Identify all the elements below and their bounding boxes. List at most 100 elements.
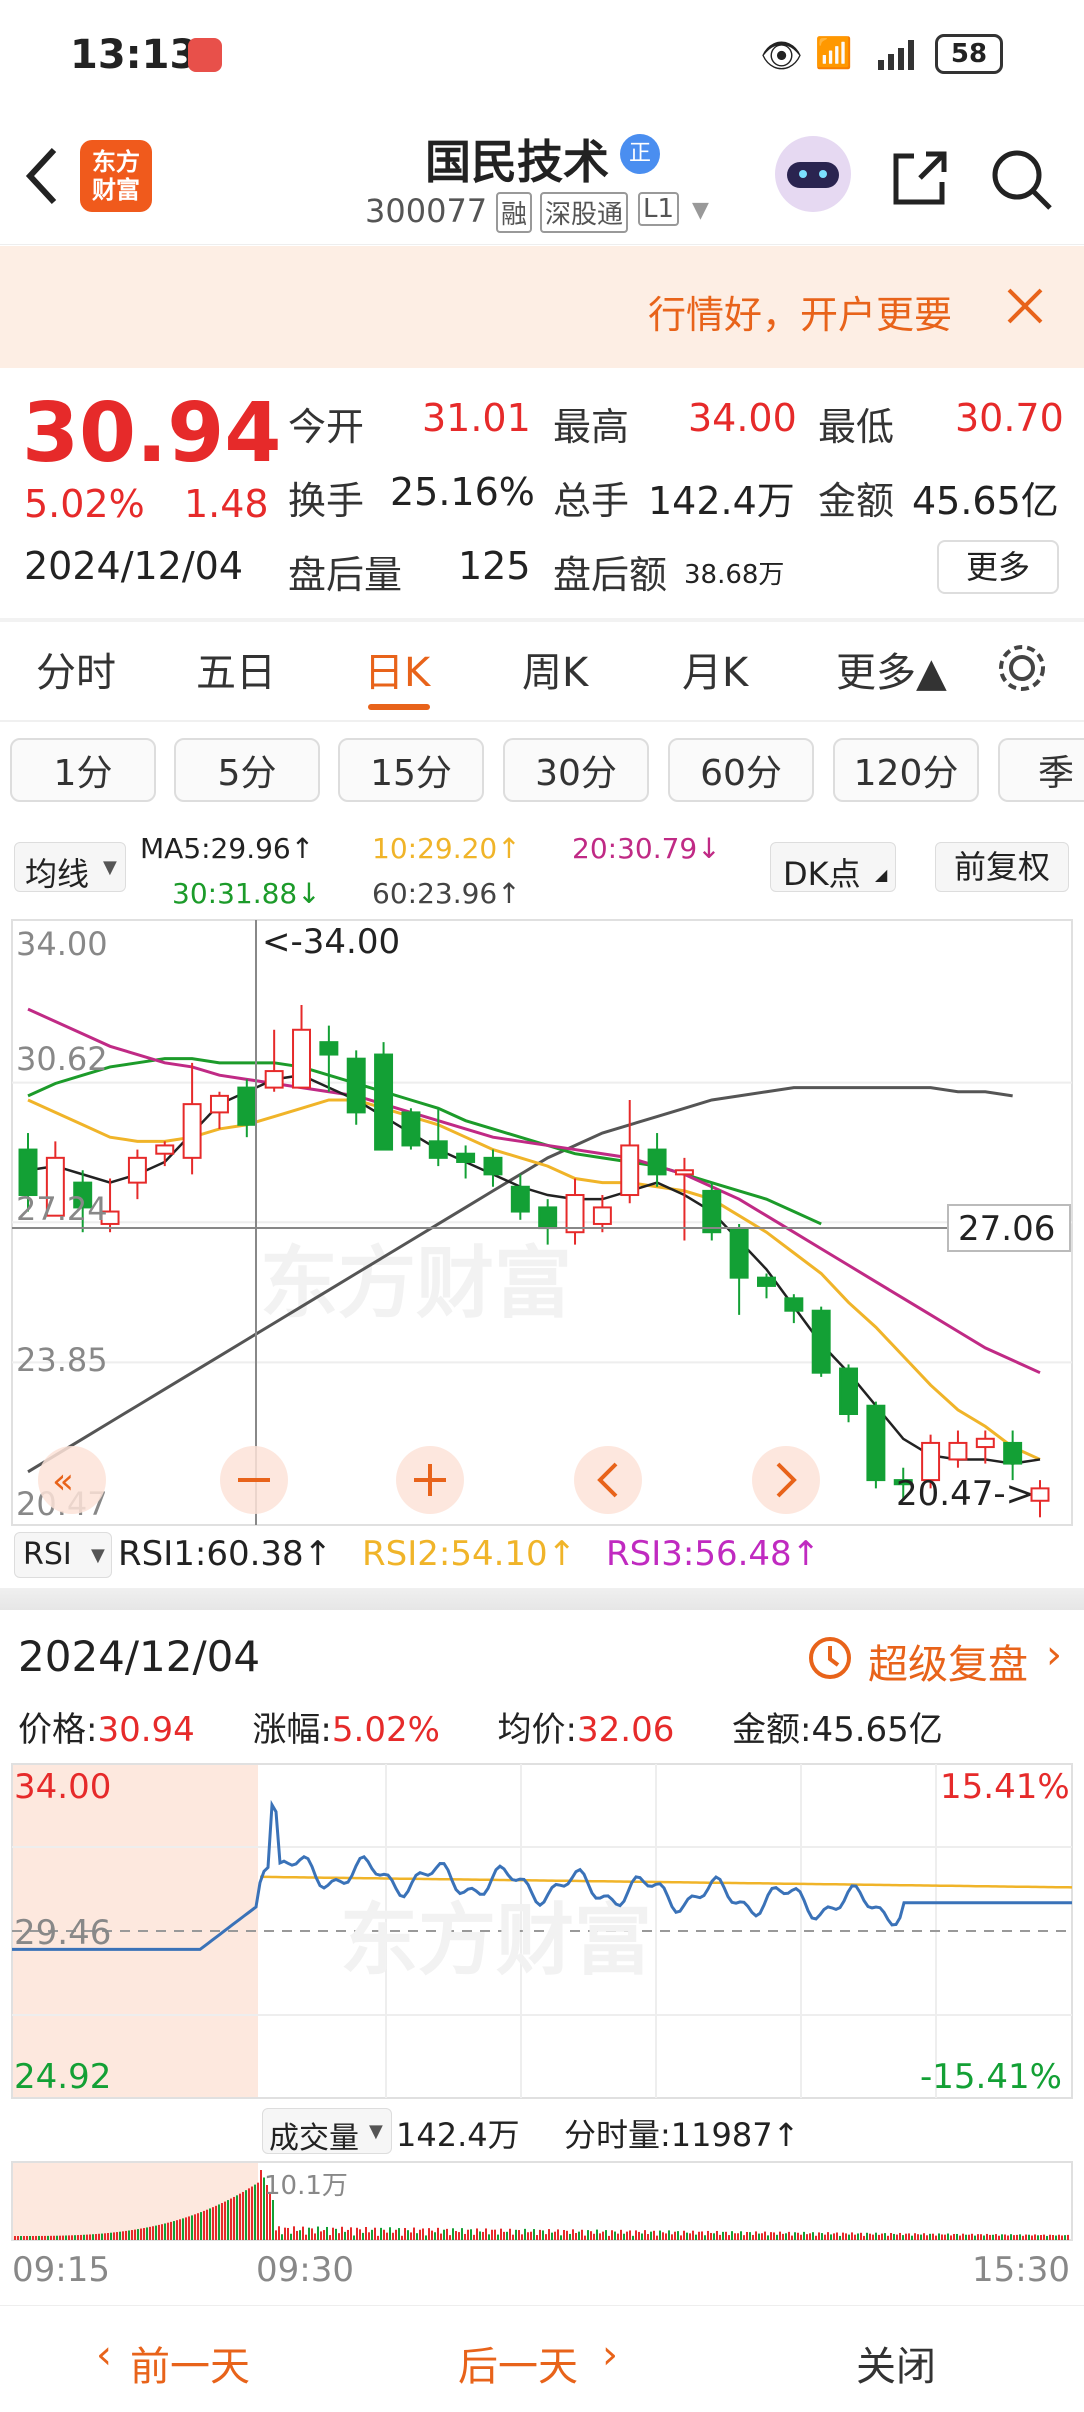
volume-bar [716, 2230, 718, 2240]
back-arrow-icon[interactable] [22, 146, 62, 210]
volume-bar [428, 2228, 430, 2240]
share-icon[interactable] [890, 148, 950, 212]
field-label: 最高 [553, 405, 630, 449]
volume-bar [1010, 2234, 1012, 2240]
scroll-left-button[interactable] [574, 1446, 642, 1514]
super-replay-button[interactable]: 超级复盘 [868, 1632, 1028, 1690]
intraday-chart[interactable]: 东方财富 34.00 29.46 24.92 15.41% -15.41% [0, 1762, 1084, 2102]
adjust-forward-button[interactable]: 前复权 [935, 842, 1069, 892]
interval-1m-button[interactable]: 1分 [10, 738, 156, 802]
candle-body [428, 1140, 448, 1159]
volume-bar [479, 2231, 481, 2240]
signal-icon [878, 40, 924, 70]
price-value: 30.94 [97, 1710, 195, 1750]
volume-bar [635, 2230, 637, 2240]
rsi-selector[interactable]: RSI ▼ [14, 1532, 112, 1578]
volume-bar [164, 2223, 166, 2240]
tab-monthly-k[interactable]: 月K [682, 640, 748, 698]
tab-intraday[interactable]: 分时 [36, 640, 116, 698]
interval-120m-button[interactable]: 120分 [833, 738, 979, 802]
scroll-right-button[interactable] [752, 1446, 820, 1514]
volume-bar [1016, 2234, 1018, 2240]
volume-bar [398, 2228, 400, 2240]
volume-bar [326, 2226, 328, 2240]
field-value: 125 [458, 544, 531, 588]
tag-margin: 融 [496, 192, 533, 233]
previous-day-button[interactable]: 前一天 [130, 2334, 250, 2392]
chevron-left-icon[interactable]: ‹ [96, 2332, 112, 2378]
field-value: 34.00 [688, 396, 797, 440]
detail-date: 2024/12/04 [18, 1632, 261, 1681]
volume-bar [881, 2233, 883, 2240]
promo-banner[interactable]: 行情好，开户更要 [0, 246, 1084, 368]
dropdown-icon[interactable]: ▼ [692, 198, 709, 223]
close-icon[interactable] [1005, 286, 1045, 330]
interval-5m-button[interactable]: 5分 [174, 738, 320, 802]
volume-bar [17, 2236, 19, 2240]
volume-total: 142.4万 [396, 2116, 520, 2154]
volume-bar [878, 2234, 880, 2240]
candle-body [757, 1276, 776, 1287]
volume-bar [656, 2235, 658, 2240]
next-day-button[interactable]: 后一天 [458, 2334, 578, 2392]
volume-bar [986, 2233, 988, 2240]
volume-selector[interactable]: 成交量 ▼ [262, 2108, 392, 2156]
chevron-right-icon[interactable]: › [602, 2332, 618, 2378]
interval-60m-button[interactable]: 60分 [668, 738, 814, 802]
close-button[interactable]: 关闭 [856, 2334, 936, 2392]
volume-bar [329, 2235, 331, 2240]
settings-gear-icon[interactable] [994, 640, 1050, 700]
volume-bar [158, 2224, 160, 2240]
volume-bar [674, 2231, 676, 2240]
double-left-icon: « [52, 1461, 74, 1502]
field-label: 盘后量 [288, 553, 403, 597]
volume-bar [242, 2191, 244, 2240]
more-button[interactable]: 更多 [937, 540, 1059, 594]
volume-bar [668, 2230, 670, 2240]
last-price: 30.94 [22, 386, 282, 481]
volume-bar [608, 2235, 610, 2240]
interval-15m-button[interactable]: 15分 [338, 738, 484, 802]
ma-selector[interactable]: 均线 ▼ [14, 842, 126, 893]
dk-point-toggle[interactable]: DK点 ◢ [770, 842, 896, 893]
interval-quarter-button[interactable]: 季 [998, 738, 1084, 802]
interval-30m-button[interactable]: 30分 [503, 738, 649, 802]
volume-bar [83, 2234, 85, 2240]
search-icon[interactable] [990, 148, 1054, 216]
volume-bar [926, 2235, 928, 2240]
average-price-line [259, 1875, 1073, 1889]
time-start: 09:15 [12, 2250, 110, 2290]
tab-more[interactable]: 更多▲ [836, 640, 947, 698]
volume-bar [794, 2232, 796, 2240]
volume-bar [698, 2231, 700, 2240]
volume-bar [887, 2235, 889, 2240]
volume-chart: 10.1万 [11, 2161, 1073, 2241]
volume-bar [893, 2233, 895, 2240]
volume-bar [32, 2235, 34, 2240]
detail-stats: 价格:30.94 涨幅:5.02% 均价:32.06 金额:45.65亿 [18, 1702, 943, 1751]
volume-bar [149, 2226, 151, 2240]
volume-bar [965, 2234, 967, 2240]
assistant-robot-icon[interactable] [775, 136, 851, 212]
volume-bar [629, 2230, 631, 2240]
volume-bar [179, 2219, 181, 2240]
volume-bar [806, 2234, 808, 2240]
volume-bar [938, 2233, 940, 2240]
volume-bar [26, 2235, 28, 2240]
volume-bar [200, 2212, 202, 2240]
volume-bar [914, 2233, 916, 2240]
chevron-right-icon[interactable]: › [1046, 1632, 1062, 1678]
candle-body [155, 1144, 175, 1155]
ma10-value: 10:29.20↑ [372, 832, 521, 865]
volume-bar [992, 2234, 994, 2240]
kline-chart[interactable]: 东方财富 34.00 30.62 27.24 23.85 20.47 <-34.… [0, 915, 1084, 1527]
tab-weekly-k[interactable]: 周K [522, 640, 588, 698]
volume-bar [1007, 2235, 1009, 2240]
tab-daily-k[interactable]: 日K [364, 640, 430, 698]
minute-volume: 分时量:11987↑ [564, 2116, 800, 2154]
pct-top-label: 15.41% [940, 1767, 1070, 1807]
volume-bar [815, 2235, 817, 2240]
volume-bar [38, 2235, 40, 2240]
tab-five-day[interactable]: 五日 [196, 640, 276, 698]
volume-bar [224, 2201, 226, 2240]
